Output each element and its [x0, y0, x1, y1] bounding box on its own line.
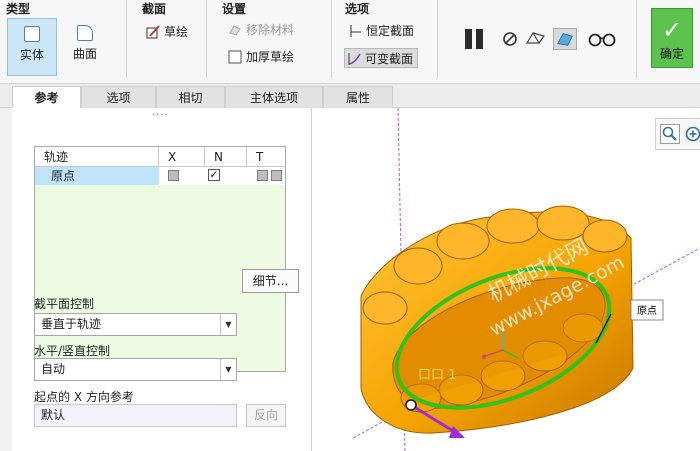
group-title-options: 选项: [345, 2, 370, 16]
n-checkbox[interactable]: ✓: [208, 169, 220, 181]
remove-material-button[interactable]: 移除材料: [226, 20, 294, 40]
divider: [206, 0, 207, 78]
solid-label: 实体: [19, 48, 44, 62]
origin-label: 原点: [637, 305, 657, 317]
chevron-down-icon[interactable]: ▼: [220, 359, 236, 380]
header-t: T: [256, 150, 264, 164]
sketch-button[interactable]: 草绘: [144, 22, 188, 42]
panel-margin: [0, 108, 12, 451]
geometry-preview-icon[interactable]: [524, 28, 548, 50]
header-x: X: [159, 147, 205, 167]
constant-section-label: 恒定截面: [366, 24, 415, 38]
trajectory-name[interactable]: 原点: [35, 167, 159, 185]
glasses-icon[interactable]: [587, 28, 617, 50]
hv-control-value: 自动: [41, 362, 66, 376]
confirm-button[interactable]: ✓ 确定: [651, 8, 693, 68]
chevron-down-icon[interactable]: ▼: [220, 314, 236, 335]
variable-section-button[interactable]: 可变截面: [344, 48, 419, 68]
header-trajectory: 轨迹: [35, 147, 159, 167]
x-direction-ref-label: 起点的 X 方向参考: [34, 390, 134, 404]
divider: [126, 0, 127, 78]
section-plane-label: 截平面控制: [34, 297, 95, 311]
tab-body-options[interactable]: 主体选项: [225, 86, 323, 108]
table-row[interactable]: 原点 ✓: [35, 167, 285, 185]
checkbox-icon: [228, 50, 242, 64]
constant-section-button[interactable]: 恒定截面: [346, 21, 414, 41]
pause-icon[interactable]: [462, 28, 486, 50]
section-plane-value: 垂直于轨迹: [41, 317, 102, 331]
divider: [437, 0, 438, 78]
confirm-label: 确定: [659, 47, 684, 61]
group-title-type: 类型: [6, 2, 31, 16]
surface-button[interactable]: 曲面: [60, 18, 110, 76]
group-title-settings: 设置: [222, 2, 247, 16]
divider: [636, 0, 637, 78]
x-direction-ref-field[interactable]: 默认: [34, 404, 237, 427]
panel-grip[interactable]: ····: [152, 110, 169, 121]
hv-control-select[interactable]: 自动 ▼: [34, 358, 237, 381]
t-checkbox[interactable]: [257, 170, 268, 181]
section-plane-select[interactable]: 垂直于轨迹 ▼: [34, 313, 237, 336]
no-entry-icon[interactable]: [498, 28, 522, 50]
ribbon: 类型 截面 设置 选项 实体 曲面 草绘 移除材料 加厚草绘 恒定截面 可变截面…: [0, 0, 700, 84]
details-button[interactable]: 细节...: [242, 269, 299, 293]
shaded-preview-icon[interactable]: [553, 28, 577, 50]
references-panel: ···· 轨迹 X N T 原点 ✓ 细节... 截平面控制 垂直于轨迹 ▼ 水…: [12, 108, 312, 451]
solid-button[interactable]: 实体: [7, 18, 57, 76]
variable-section-icon: [348, 53, 361, 65]
table-header: 轨迹 X N T: [35, 147, 285, 167]
sketch-label: 草绘: [164, 25, 189, 39]
group-title-section: 截面: [142, 2, 167, 16]
surface-label: 曲面: [72, 47, 97, 61]
sketch-icon: [146, 25, 160, 39]
divider: [331, 0, 332, 78]
x-checkbox[interactable]: [168, 170, 179, 181]
tab-bar: 参考 选项 相切 主体选项 属性: [0, 84, 700, 109]
remove-material-icon: [229, 25, 241, 36]
annotation-label: 口口 1: [418, 368, 456, 383]
thicken-sketch-label: 加厚草绘: [246, 50, 295, 64]
solid-icon: [24, 26, 40, 42]
check-icon: ✓: [661, 16, 683, 44]
tab-options[interactable]: 选项: [81, 86, 156, 108]
reverse-button[interactable]: 反向: [246, 404, 286, 427]
model-canvas: 原点 口口 1 机械时代网 www.jxage.com: [352, 108, 700, 451]
origin-point: [482, 355, 486, 359]
t-checkbox-secondary[interactable]: [271, 170, 282, 181]
variable-section-label: 可变截面: [365, 52, 414, 66]
model-viewport[interactable]: 原点 口口 1 机械时代网 www.jxage.com: [313, 108, 700, 451]
header-n: N: [205, 147, 247, 167]
constant-section-icon: [350, 25, 361, 37]
tab-references[interactable]: 参考: [12, 86, 81, 109]
surface-icon: [77, 25, 93, 41]
trajectory-table: 轨迹 X N T 原点 ✓: [34, 146, 286, 372]
remove-material-label: 移除材料: [246, 23, 295, 37]
tab-properties[interactable]: 属性: [323, 86, 393, 108]
start-point-handle[interactable]: [405, 399, 417, 411]
tab-tangency[interactable]: 相切: [156, 86, 225, 108]
thicken-sketch-button[interactable]: 加厚草绘: [226, 47, 294, 67]
hv-control-label: 水平/竖直控制: [34, 344, 111, 358]
